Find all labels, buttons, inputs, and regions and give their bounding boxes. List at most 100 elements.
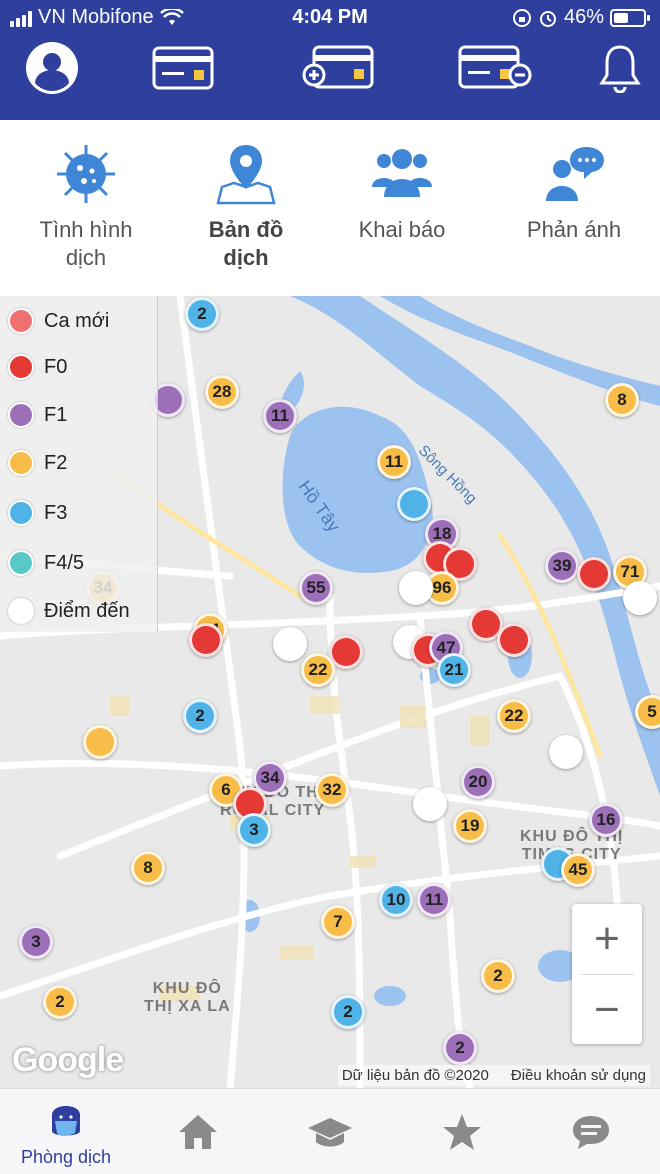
virus-icon	[6, 142, 166, 206]
legend-label: F1	[44, 403, 68, 426]
legend-item: F1	[8, 402, 67, 428]
alarm-icon	[539, 10, 556, 27]
legend-item: F3	[8, 500, 67, 526]
case-marker[interactable]: 11	[377, 445, 411, 479]
case-marker[interactable]	[189, 623, 223, 657]
feature-epidemic-status[interactable]: Tình hình dịch	[6, 142, 166, 272]
case-marker[interactable]: 39	[545, 549, 579, 583]
case-marker[interactable]	[273, 627, 307, 661]
legend-item: F0	[8, 354, 67, 380]
legend-swatch	[8, 308, 34, 334]
case-marker[interactable]: 21	[437, 653, 471, 687]
zoom-out-button[interactable]: −	[572, 975, 642, 1045]
tab-chat[interactable]	[528, 1089, 660, 1174]
legend-swatch	[8, 500, 34, 526]
legend-swatch	[8, 354, 34, 380]
map-attribution: Dữ liệu bản đồ ©2020 Điều khoản sử dụng	[337, 1065, 650, 1086]
feedback-icon	[494, 142, 654, 206]
case-marker[interactable]: 2	[185, 297, 219, 331]
legend-label: F3	[44, 501, 68, 524]
map-legend: Ca mới F0 F1 F2 F3 F4/5 Điểm đến	[0, 296, 158, 632]
case-marker[interactable]	[549, 735, 583, 769]
battery-icon	[610, 8, 650, 27]
feature-epidemic-map[interactable]: Bản đồ dịch	[166, 142, 326, 272]
case-marker[interactable]: 8	[605, 383, 639, 417]
legend-swatch	[8, 550, 34, 576]
legend-item: F4/5	[8, 550, 84, 576]
legend-label: Điểm đến	[44, 599, 130, 622]
feature-menu: Tình hình dịch Bản đồ dịch Khai báo Phản…	[0, 120, 660, 296]
case-marker[interactable]	[413, 787, 447, 821]
map-pin-icon	[166, 142, 326, 206]
case-marker[interactable]	[83, 725, 117, 759]
case-marker[interactable]: 2	[43, 985, 77, 1019]
card-remove-icon[interactable]	[454, 38, 534, 98]
case-marker[interactable]: 20	[461, 765, 495, 799]
case-marker[interactable]: 10	[379, 883, 413, 917]
case-marker[interactable]: 22	[301, 653, 335, 687]
legend-swatch	[8, 402, 34, 428]
case-marker[interactable]: 11	[263, 399, 297, 433]
legend-label: F2	[44, 451, 68, 474]
mask-person-icon	[52, 1105, 80, 1136]
tab-education[interactable]	[264, 1089, 396, 1174]
case-marker[interactable]: 2	[183, 699, 217, 733]
case-marker[interactable]: 2	[331, 995, 365, 1029]
case-marker[interactable]	[497, 623, 531, 657]
case-marker[interactable]	[623, 581, 657, 615]
case-marker[interactable]: 55	[299, 571, 333, 605]
case-marker[interactable]: 16	[589, 803, 623, 837]
feature-label: Khai báo	[358, 217, 446, 242]
map-data-credit: Dữ liệu bản đồ ©2020	[341, 1067, 489, 1084]
legend-swatch	[8, 598, 34, 624]
status-bar: VN Mobifone 4:04 PM 46%	[0, 0, 660, 36]
battery-percent: 46%	[563, 6, 604, 28]
case-marker[interactable]: 3	[237, 813, 271, 847]
legend-label: F4/5	[44, 551, 85, 574]
feature-label: Tình hình dịch	[39, 217, 133, 270]
case-marker[interactable]: 8	[131, 851, 165, 885]
legend-label: F0	[44, 355, 68, 378]
zoom-in-button[interactable]: +	[572, 904, 642, 974]
legend-item: Ca mới	[8, 308, 109, 334]
case-marker[interactable]: 22	[497, 699, 531, 733]
legend-item: F2	[8, 450, 67, 476]
legend-swatch	[8, 450, 34, 476]
bottom-tab-bar: Phòng dịch	[0, 1088, 660, 1174]
tab-phong-dich[interactable]: Phòng dịch	[0, 1089, 132, 1174]
tab-favorites[interactable]	[396, 1089, 528, 1174]
case-marker[interactable]: 3	[19, 925, 53, 959]
case-marker[interactable]	[577, 557, 611, 591]
feature-feedback[interactable]: Phản ánh	[494, 142, 654, 244]
app-header: VN Mobifone 4:04 PM 46%	[0, 0, 660, 120]
home-icon	[179, 1115, 217, 1149]
star-icon	[443, 1114, 481, 1150]
rotation-lock-icon	[512, 8, 531, 27]
legend-label: Ca mới	[44, 309, 110, 332]
case-marker[interactable]: 11	[417, 883, 451, 917]
tab-label: Phòng dịch	[20, 1146, 112, 1167]
bell-icon[interactable]	[594, 38, 646, 98]
case-marker[interactable]: 45	[561, 853, 595, 887]
legend-item: Điểm đến	[8, 598, 130, 624]
tab-home[interactable]	[132, 1089, 264, 1174]
case-marker[interactable]: 7	[321, 905, 355, 939]
feature-declaration[interactable]: Khai báo	[322, 142, 482, 244]
case-marker[interactable]: 2	[443, 1031, 477, 1065]
case-marker[interactable]	[397, 487, 431, 521]
card-add-icon[interactable]	[300, 38, 380, 98]
case-marker[interactable]: 28	[205, 375, 239, 409]
case-marker[interactable]: 19	[453, 809, 487, 843]
case-marker[interactable]: 32	[315, 773, 349, 807]
case-marker[interactable]: 2	[481, 959, 515, 993]
account-icon[interactable]	[22, 38, 82, 98]
card-icon[interactable]	[150, 38, 216, 98]
case-marker[interactable]	[399, 571, 433, 605]
group-icon	[322, 142, 482, 206]
google-logo: Google	[12, 1041, 124, 1079]
district-label-xa-la: KHU ĐÔ THỊ XA LA	[144, 980, 231, 1015]
terms-link[interactable]: Điều khoản sử dụng	[511, 1067, 646, 1084]
chat-icon	[573, 1116, 609, 1149]
epidemic-map[interactable]: Hồ Tây Sông Hồng KHU ĐÔ THỊ ROYAL CITY K…	[0, 296, 660, 1088]
feature-label: Phản ánh	[526, 217, 622, 242]
